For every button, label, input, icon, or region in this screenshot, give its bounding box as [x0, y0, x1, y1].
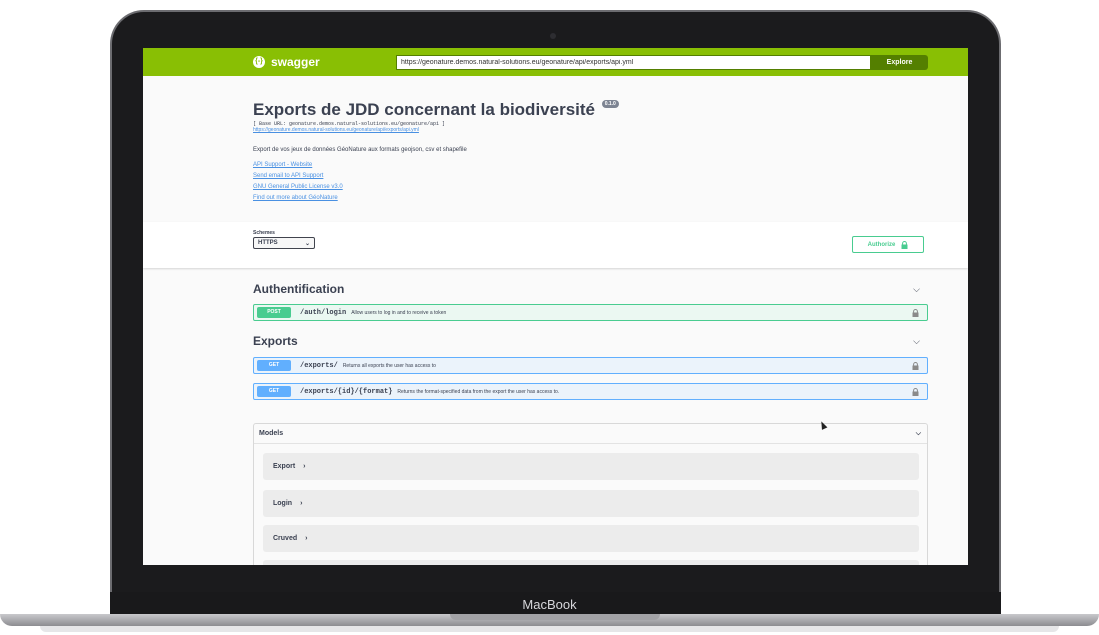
operation-summary: Returns all exports the user has access …	[342, 362, 436, 369]
model-name: Login	[273, 500, 293, 507]
lock-icon[interactable]	[912, 308, 919, 317]
info-links: API Support - Website Send email to API …	[253, 161, 893, 203]
page-title: Exports de JDD concernant la biodiversit…	[253, 100, 893, 120]
link-license[interactable]: GNU General Public License v3.0	[253, 183, 893, 192]
model-name: Export	[273, 463, 296, 470]
schemes-label: Schemes	[253, 230, 275, 236]
explore-button[interactable]: Explore	[871, 55, 928, 70]
operation-get-exports-id-format[interactable]: GET /exports/{id}/{format} Returns the f…	[253, 383, 928, 400]
swagger-logo[interactable]: {-} swagger	[253, 55, 320, 69]
operation-path: /exports/{id}/{format}	[300, 387, 393, 396]
operation-post-auth-login[interactable]: POST /auth/login Allow users to log in a…	[253, 304, 928, 321]
tag-title: Exports	[253, 334, 298, 348]
method-badge: POST	[257, 307, 291, 318]
lock-icon[interactable]	[912, 387, 919, 396]
model-export[interactable]: Export ›	[263, 453, 919, 480]
operation-path: /auth/login	[300, 308, 347, 317]
laptop-base-notch	[450, 614, 660, 620]
swagger-topbar: {-} swagger Explore	[143, 48, 968, 76]
chevron-right-icon: ›	[303, 463, 306, 470]
link-send-email[interactable]: Send email to API Support	[253, 172, 893, 181]
schemes-selected-value: HTTPS	[258, 240, 278, 246]
chevron-down-icon: ⌵	[913, 283, 920, 294]
lock-icon[interactable]	[912, 361, 919, 370]
model-name: Cruved	[273, 535, 298, 542]
chevron-right-icon: ›	[305, 535, 308, 542]
link-find-out-more[interactable]: Find out more about GéoNature	[253, 194, 893, 203]
tag-exports[interactable]: Exports ⌵	[253, 334, 928, 348]
lock-icon	[901, 240, 908, 249]
model-login[interactable]: Login ›	[263, 490, 919, 517]
models-title: Models	[259, 430, 284, 437]
api-description: Export de vos jeux de données GéoNature …	[253, 147, 467, 153]
swagger-logo-icon: {-}	[253, 56, 265, 68]
chevron-down-icon: ⌄	[304, 240, 310, 247]
models-section: Models ⌵ Export › Login › Cruved ›	[253, 423, 928, 565]
authorize-button[interactable]: Authorize	[852, 236, 924, 253]
chevron-right-icon: ›	[300, 500, 303, 507]
link-api-support-website[interactable]: API Support - Website	[253, 161, 893, 170]
chevron-down-icon: ⌵	[913, 335, 920, 346]
operation-path: /exports/	[300, 361, 338, 370]
schemes-bar: Schemes HTTPS ⌄ Authorize	[143, 222, 968, 268]
swagger-logo-text: swagger	[271, 55, 320, 69]
schemes-select[interactable]: HTTPS ⌄	[253, 237, 315, 249]
chevron-down-icon: ⌵	[915, 429, 921, 437]
screen: {-} swagger Explore Exports de JDD conce…	[143, 48, 968, 565]
spec-link[interactable]: https://geonature.demos.natural-solution…	[253, 127, 893, 133]
laptop-base-shadow	[40, 626, 1059, 632]
tag-authentification[interactable]: Authentification ⌵	[253, 282, 928, 296]
authorize-label: Authorize	[867, 241, 896, 248]
method-badge: GET	[257, 360, 291, 371]
camera-icon	[550, 33, 556, 39]
api-title: Exports de JDD concernant la biodiversit…	[253, 100, 595, 119]
laptop-brand-label: MacBook	[522, 597, 577, 612]
operation-summary: Allow users to log in and to receive a t…	[351, 309, 447, 316]
operation-summary: Returns the format-specified data from t…	[397, 388, 560, 395]
tag-title: Authentification	[253, 282, 345, 296]
spec-url-input[interactable]	[396, 55, 871, 70]
model-partial[interactable]	[263, 560, 919, 565]
api-info: Exports de JDD concernant la biodiversit…	[253, 100, 893, 205]
model-cruved[interactable]: Cruved ›	[263, 525, 919, 552]
operation-get-exports[interactable]: GET /exports/ Returns all exports the us…	[253, 357, 928, 374]
method-badge: GET	[257, 386, 291, 397]
version-badge: 0.1.0	[601, 100, 619, 108]
